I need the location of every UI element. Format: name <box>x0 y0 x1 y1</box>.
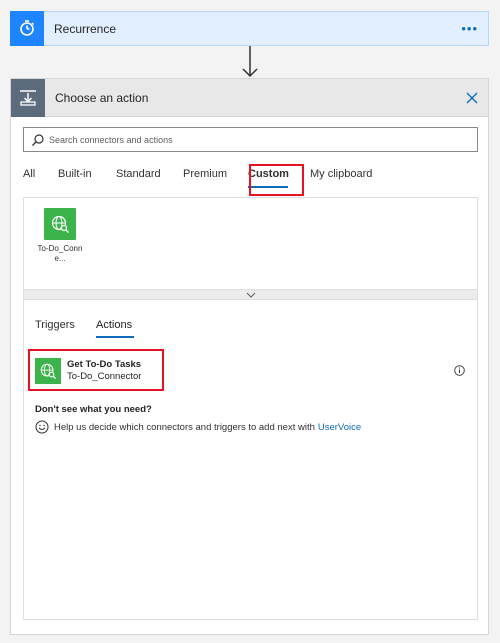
trigger-action-tabs: Triggers Actions <box>35 318 134 340</box>
help-text: Help us decide which connectors and trig… <box>54 421 315 433</box>
info-icon[interactable] <box>454 365 465 376</box>
choose-action-card: Choose an action All Built-in Standard P… <box>10 78 489 635</box>
tab-built-in[interactable]: Built-in <box>58 165 116 189</box>
search-box[interactable] <box>23 127 478 152</box>
alarm-clock-icon <box>10 10 44 46</box>
collapse-toggle[interactable] <box>23 289 478 300</box>
smile-icon <box>35 420 49 434</box>
choose-action-icon <box>11 78 45 117</box>
connector-label: To-Do_Conne... <box>37 244 83 263</box>
uservoice-link[interactable]: UserVoice <box>318 422 361 433</box>
connector-tile[interactable]: To-Do_Conne... <box>32 208 88 264</box>
tab-standard[interactable]: Standard <box>116 165 183 189</box>
close-icon[interactable] <box>464 90 480 106</box>
more-options-icon[interactable]: ••• <box>461 21 478 36</box>
tab-premium[interactable]: Premium <box>183 165 248 189</box>
connector-tabs: All Built-in Standard Premium Custom My … <box>23 165 380 189</box>
action-card-title: Choose an action <box>55 90 149 105</box>
tab-triggers[interactable]: Triggers <box>35 318 75 340</box>
search-input[interactable] <box>49 134 477 145</box>
globe-search-icon <box>44 208 76 240</box>
recurrence-card[interactable]: Recurrence ••• <box>10 10 489 46</box>
custom-tab-highlight <box>249 164 304 196</box>
help-title: Don't see what you need? <box>35 404 152 415</box>
actions-panel: Triggers Actions Get To-Do Tasks To-Do_C… <box>23 300 478 620</box>
tab-actions[interactable]: Actions <box>96 318 134 340</box>
action-card-header: Choose an action <box>11 78 488 117</box>
action-highlight <box>28 349 164 391</box>
down-arrow-icon <box>242 46 258 78</box>
chevron-down-icon <box>246 292 255 298</box>
tab-all[interactable]: All <box>23 165 58 189</box>
connector-grid: To-Do_Conne... <box>23 197 478 289</box>
help-line: Help us decide which connectors and trig… <box>35 420 361 434</box>
tab-my-clipboard[interactable]: My clipboard <box>310 165 380 189</box>
search-icon <box>32 133 44 146</box>
recurrence-title: Recurrence <box>54 21 117 36</box>
